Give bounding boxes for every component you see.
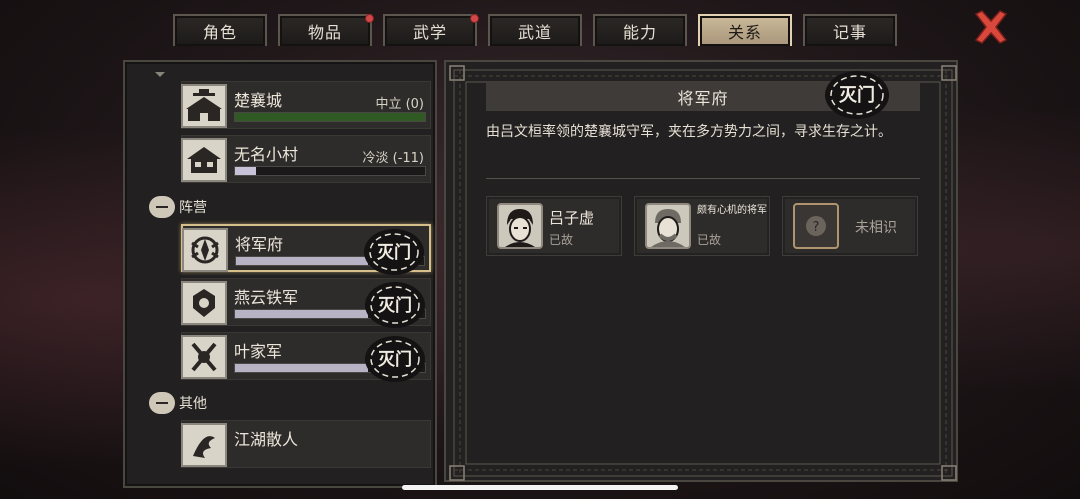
iron-army-crest-icon: [181, 281, 227, 325]
close-icon[interactable]: [972, 8, 1010, 46]
row-name: 无名小村: [234, 145, 299, 164]
wanderer-icon: [181, 423, 227, 467]
tab-martial-way[interactable]: 武道: [488, 14, 582, 46]
question-mark-icon: ?: [793, 203, 839, 249]
tab-items[interactable]: 物品: [278, 14, 374, 46]
scroll-up-arrow-icon: [155, 72, 165, 77]
tab-bar: 角色 物品 武学 武道 能力 关系 记事: [173, 14, 908, 46]
tab-character[interactable]: 角色: [173, 14, 267, 46]
tab-label: 武道: [517, 23, 552, 42]
collapse-minus-icon[interactable]: [149, 196, 175, 218]
general-crest-icon: [182, 228, 228, 272]
member-state: 已故: [697, 233, 722, 247]
annihilated-seal-icon: 灭门: [364, 229, 424, 275]
tab-label: 角色: [202, 23, 237, 42]
seal-text: 灭门: [838, 84, 875, 106]
svg-text:?: ?: [813, 220, 820, 235]
relation-bar-fill: [236, 257, 368, 265]
village-house-icon: [181, 138, 227, 182]
row-name: 燕云铁军: [234, 288, 299, 307]
tab-label: 记事: [832, 23, 867, 42]
seal-text: 灭门: [377, 349, 412, 370]
tab-martial-arts[interactable]: 武学: [383, 14, 479, 46]
tab-label: 能力: [622, 23, 657, 42]
member-name: 吕子虚: [549, 209, 595, 227]
relation-bar-fill: [235, 310, 368, 318]
member-card[interactable]: 吕子虚 已故: [486, 196, 622, 256]
section-label: 其他: [179, 396, 207, 412]
member-state: 已故: [549, 233, 574, 247]
list-item-general-mansion[interactable]: 将军府 灭门: [181, 224, 431, 275]
tab-label: 物品: [307, 23, 342, 42]
section-label: 阵营: [179, 200, 207, 216]
notification-dot-icon: [470, 14, 479, 23]
notification-dot-icon: [365, 14, 374, 23]
collapse-minus-icon[interactable]: [149, 392, 175, 414]
city-gate-icon: [181, 84, 227, 128]
general-portrait-icon: [645, 203, 691, 249]
ye-army-crest-icon: [181, 335, 227, 379]
relation-status: 冷淡 (-11): [362, 151, 424, 166]
relation-bar-fill: [235, 113, 425, 121]
row-name: 楚襄城: [234, 91, 283, 110]
row-name: 叶家军: [234, 342, 283, 361]
faction-title: 将军府: [677, 89, 729, 108]
annihilated-seal-icon: 灭门: [365, 282, 425, 328]
tab-abilities[interactable]: 能力: [593, 14, 687, 46]
relation-bar: [234, 166, 426, 176]
member-name: 颇有心机的将军: [697, 205, 767, 216]
tab-journal[interactable]: 记事: [803, 14, 897, 46]
seal-text: 灭门: [376, 242, 411, 263]
list-item-yanyun-iron-army[interactable]: 燕云铁军 灭门: [181, 278, 431, 328]
relations-list-panel[interactable]: 楚襄城 中立 (0) 无名小村 冷淡 (-11) 阵营 将军府 灭门 燕云铁军: [123, 60, 437, 488]
member-name: 未相识: [855, 220, 897, 236]
member-card[interactable]: 颇有心机的将军 已故: [634, 196, 770, 256]
list-item-chuxiang-city[interactable]: 楚襄城 中立 (0): [181, 81, 431, 129]
relation-bar-fill: [235, 167, 256, 175]
relation-bar-fill: [235, 364, 368, 372]
relation-bar: [234, 112, 426, 122]
row-name: 将军府: [235, 235, 284, 254]
tab-label: 武学: [412, 23, 447, 42]
annihilated-seal-icon: 灭门: [825, 71, 889, 119]
list-item-wanderers[interactable]: 江湖散人: [181, 420, 431, 468]
relation-status: 中立 (0): [375, 97, 424, 112]
divider: [486, 178, 920, 179]
list-item-nameless-village[interactable]: 无名小村 冷淡 (-11): [181, 135, 431, 183]
young-man-portrait-icon: [497, 203, 543, 249]
tab-relations[interactable]: 关系: [698, 14, 792, 46]
member-card-unknown[interactable]: ? 未相识: [782, 196, 918, 256]
tab-label: 关系: [727, 23, 762, 42]
annihilated-seal-icon: 灭门: [365, 336, 425, 382]
faction-detail-panel: 将军府 灭门 由吕文桓率领的楚襄城守军，夹在多方势力之间，寻求生存之计。 吕子虚…: [444, 60, 958, 482]
section-header-faction[interactable]: 阵营: [149, 196, 207, 218]
section-header-other[interactable]: 其他: [149, 392, 207, 414]
faction-description: 由吕文桓率领的楚襄城守军，夹在多方势力之间，寻求生存之计。: [486, 124, 892, 140]
seal-text: 灭门: [377, 295, 412, 316]
row-name: 江湖散人: [234, 430, 299, 449]
home-indicator[interactable]: [402, 485, 678, 490]
list-item-ye-family-army[interactable]: 叶家军 灭门: [181, 332, 431, 382]
